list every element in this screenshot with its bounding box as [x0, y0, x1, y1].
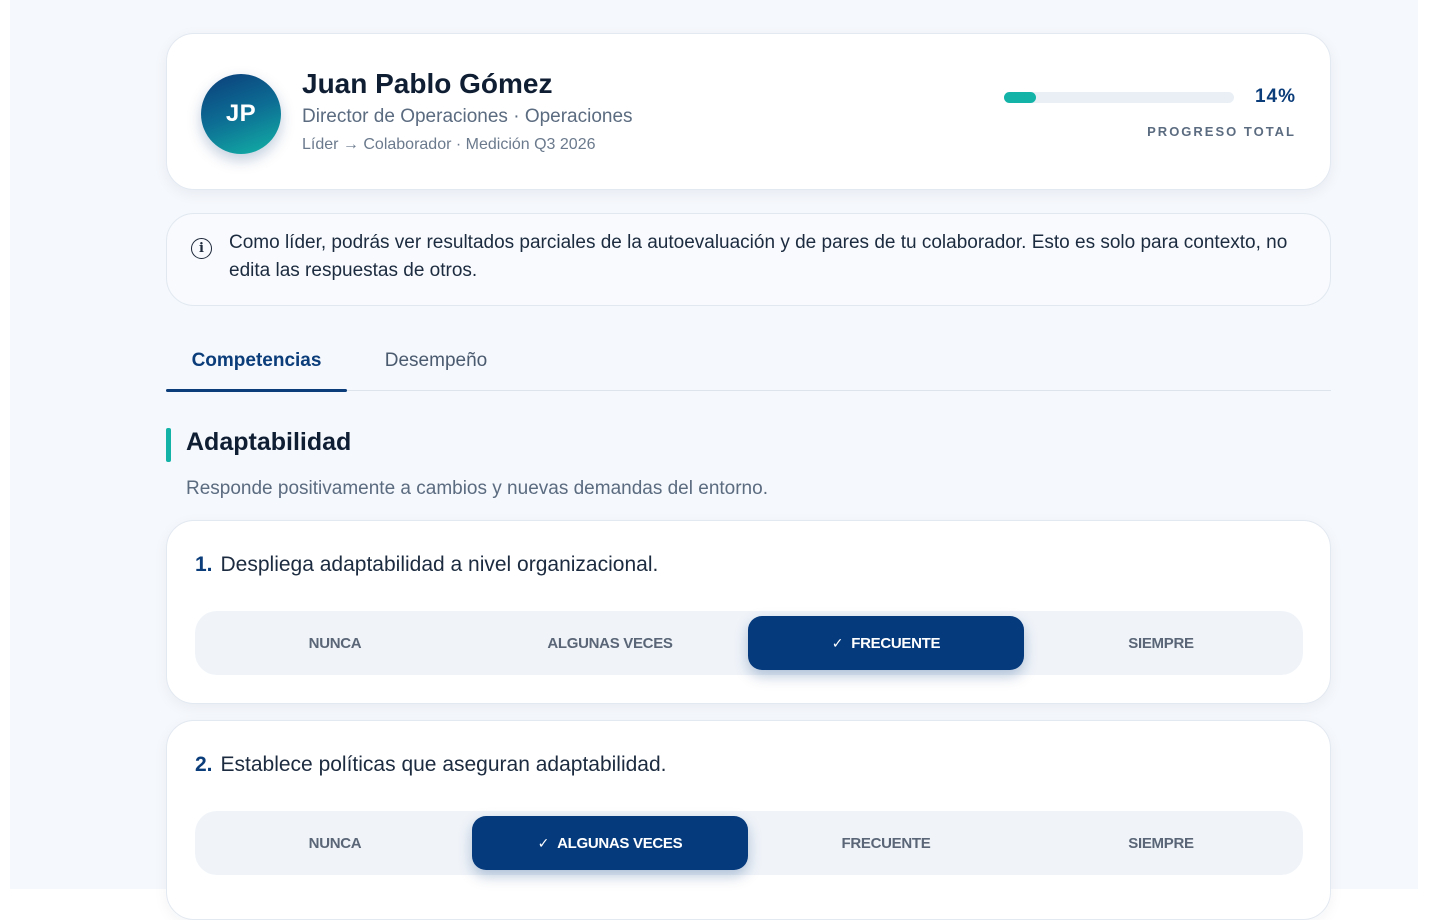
info-icon: i: [191, 238, 212, 259]
avatar: JP: [201, 74, 281, 154]
section-accent-bar: [166, 428, 171, 462]
question-number: 2.: [195, 753, 213, 776]
question-number: 1.: [195, 553, 213, 576]
employee-name: Juan Pablo Gómez: [302, 68, 553, 99]
question-title: 1. Despliega adaptabilidad a nivel organi…: [195, 553, 658, 577]
option-siempre[interactable]: ✓SIEMPRE: [1023, 611, 1299, 675]
tab-bar: Competencias Desempeño: [166, 330, 1331, 392]
check-icon: ✓: [537, 834, 550, 851]
check-icon: ✓: [831, 634, 844, 651]
option-frecuente[interactable]: ✓ FRECUENTE: [748, 616, 1024, 670]
question-card-2: 2. Establece políticas que aseguran adapt…: [166, 720, 1331, 920]
rating-options: ✓NUNCA ✓ALGUNAS VECES ✓ FRECUENTE ✓SIEMPR…: [195, 611, 1303, 675]
option-siempre[interactable]: ✓SIEMPRE: [1023, 811, 1299, 875]
progress-label: PROGRESO TOTAL: [1147, 124, 1296, 139]
question-title: 2. Establece políticas que aseguran adapt…: [195, 753, 667, 777]
tab-competencias[interactable]: Competencias: [166, 330, 347, 392]
option-label: NUNCA: [308, 634, 362, 652]
rating-options: ✓NUNCA ✓ ALGUNAS VECES ✓FRECUENTE ✓SIEMPR…: [195, 811, 1303, 875]
option-nunca[interactable]: ✓NUNCA: [197, 811, 473, 875]
tab-desempeno[interactable]: Desempeño: [366, 330, 506, 391]
progress-percent: 14%: [1254, 86, 1296, 107]
option-label: NUNCA: [308, 834, 362, 852]
option-label: FRECUENTE: [841, 834, 931, 852]
option-label: ALGUNAS VECES: [557, 834, 683, 852]
section-description: Responde positivamente a cambios y nueva…: [186, 478, 768, 499]
option-nunca[interactable]: ✓NUNCA: [197, 611, 473, 675]
option-label: ALGUNAS VECES: [547, 634, 673, 652]
question-card-1: 1. Despliega adaptabilidad a nivel organi…: [166, 520, 1331, 704]
evaluation-meta: Líder → Colaborador · Medición Q3 2026: [302, 136, 596, 153]
section-title: Adaptabilidad: [186, 428, 352, 456]
progress-fill: [1004, 92, 1037, 103]
option-label: SIEMPRE: [1128, 634, 1194, 652]
option-frecuente[interactable]: ✓FRECUENTE: [748, 811, 1024, 875]
option-algunas-veces[interactable]: ✓ ALGUNAS VECES: [472, 816, 748, 870]
total-progress: 14% PROGRESO TOTAL: [1004, 86, 1296, 159]
page-background: JP Juan Pablo Gómez Director de Operacio…: [10, 0, 1418, 920]
leader-info-notice: i Como líder, podrás ver resultados parc…: [166, 213, 1331, 306]
question-text: Establece políticas que aseguran adaptab…: [220, 753, 667, 776]
option-label: FRECUENTE: [851, 634, 941, 652]
employee-header-card: JP Juan Pablo Gómez Director de Operacio…: [166, 33, 1331, 190]
question-text: Despliega adaptabilidad a nivel organiza…: [220, 553, 659, 576]
info-text: Como líder, podrás ver resultados parcia…: [229, 232, 1288, 281]
employee-role: Director de Operaciones · Operaciones: [302, 106, 633, 127]
option-algunas-veces[interactable]: ✓ALGUNAS VECES: [472, 611, 748, 675]
progress-track: [1004, 92, 1234, 103]
evaluation-content: JP Juan Pablo Gómez Director de Operacio…: [166, 0, 1331, 920]
option-label: SIEMPRE: [1128, 834, 1194, 852]
